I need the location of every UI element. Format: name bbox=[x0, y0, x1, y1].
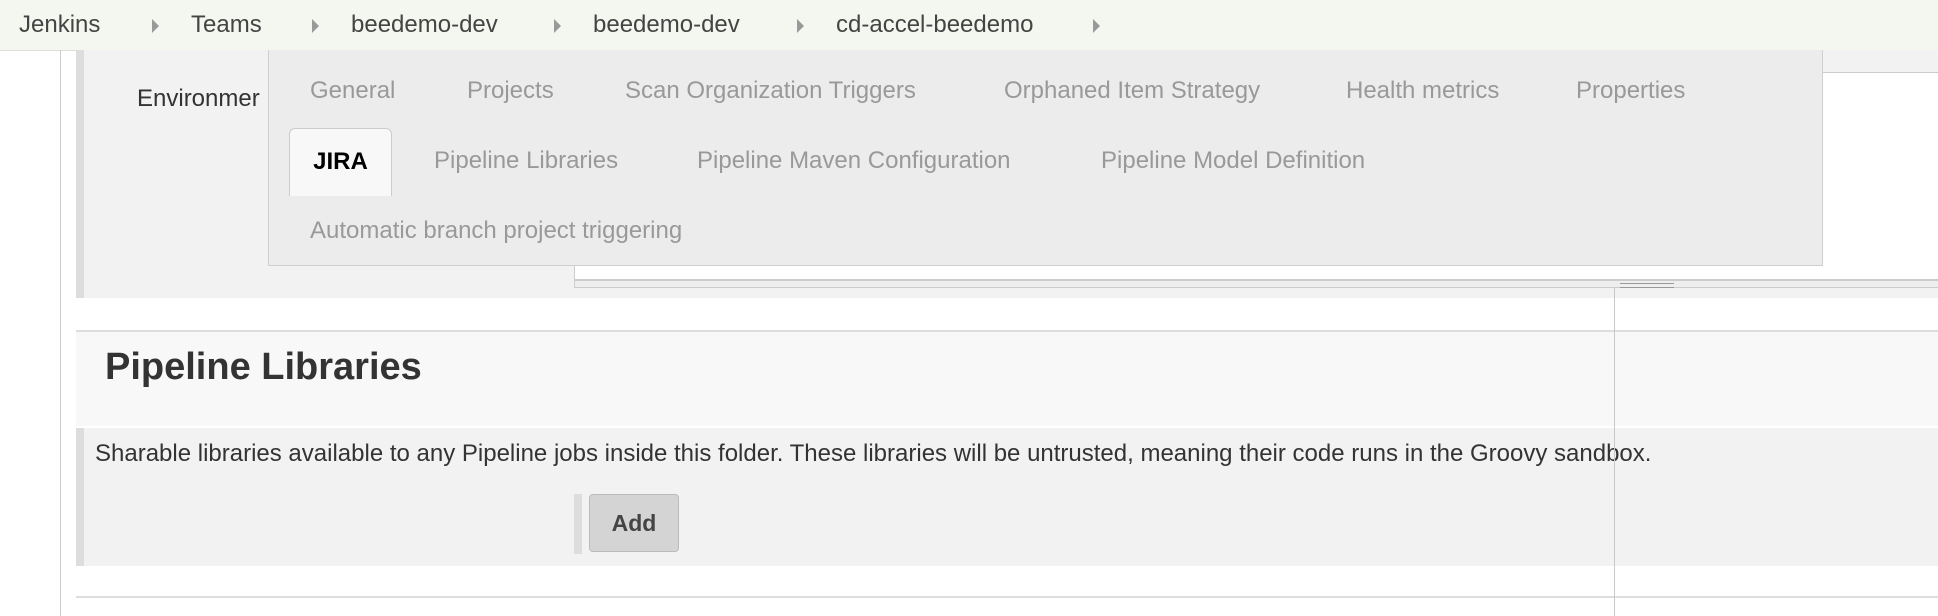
environment-label: Environmer bbox=[137, 85, 260, 112]
add-button-rail bbox=[574, 494, 582, 554]
tab-automatic-branch-project-triggering[interactable]: Automatic branch project triggering bbox=[310, 217, 682, 245]
tab-health-metrics[interactable]: Health metrics bbox=[1346, 77, 1499, 105]
breadcrumb-teams[interactable]: Teams bbox=[191, 11, 262, 39]
environment-textarea-resize-bar[interactable] bbox=[574, 280, 1938, 288]
tab-pipeline-model-definition[interactable]: Pipeline Model Definition bbox=[1101, 147, 1365, 175]
tab-jira[interactable]: JIRA bbox=[289, 128, 392, 196]
tab-projects[interactable]: Projects bbox=[467, 77, 554, 105]
content-left-border bbox=[60, 50, 61, 616]
section-title: Pipeline Libraries bbox=[105, 346, 422, 388]
resize-handle-icon[interactable] bbox=[1620, 283, 1674, 288]
chevron-right-icon[interactable] bbox=[1093, 19, 1100, 33]
chevron-right-icon[interactable] bbox=[312, 19, 319, 33]
tab-orphaned-item-strategy[interactable]: Orphaned Item Strategy bbox=[1004, 77, 1260, 105]
section-divider-bottom bbox=[76, 596, 1938, 598]
chevron-right-icon[interactable] bbox=[797, 19, 804, 33]
chevron-right-icon[interactable] bbox=[554, 19, 561, 33]
breadcrumb-cd-accel-beedemo[interactable]: cd-accel-beedemo bbox=[836, 11, 1033, 39]
breadcrumb-beedemo-dev[interactable]: beedemo-dev bbox=[351, 11, 498, 39]
tab-scan-organization-triggers[interactable]: Scan Organization Triggers bbox=[625, 77, 916, 105]
chevron-right-icon[interactable] bbox=[152, 19, 159, 33]
breadcrumb-beedemo-dev-2[interactable]: beedemo-dev bbox=[593, 11, 740, 39]
tab-general[interactable]: General bbox=[310, 77, 395, 105]
breadcrumb-jenkins[interactable]: Jenkins bbox=[19, 11, 100, 39]
tab-properties[interactable]: Properties bbox=[1576, 77, 1685, 105]
vertical-guide-line bbox=[1614, 288, 1615, 616]
add-library-button[interactable]: Add bbox=[589, 494, 679, 552]
breadcrumb: Jenkins Teams beedemo-dev beedemo-dev cd… bbox=[0, 0, 1938, 51]
pipeline-libraries-description: Sharable libraries available to any Pipe… bbox=[95, 440, 1652, 467]
tab-pipeline-maven-configuration[interactable]: Pipeline Maven Configuration bbox=[697, 147, 1011, 175]
tab-pipeline-libraries[interactable]: Pipeline Libraries bbox=[434, 147, 618, 175]
